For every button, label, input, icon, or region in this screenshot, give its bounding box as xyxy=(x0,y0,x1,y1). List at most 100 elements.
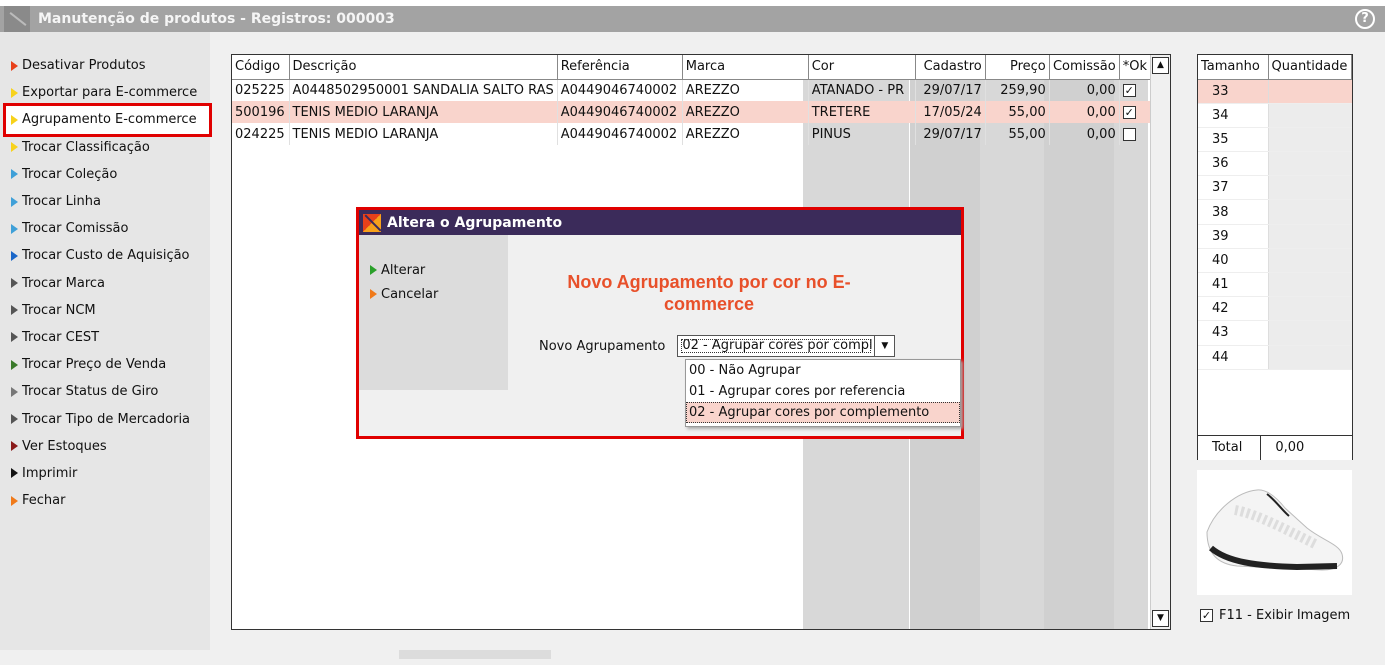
size-row[interactable]: 38 xyxy=(1198,199,1352,225)
column-shade xyxy=(980,80,1044,629)
product-image xyxy=(1197,470,1352,595)
cell-cadastro: 29/07/17 xyxy=(915,123,986,145)
menu-item[interactable]: Trocar Linha xyxy=(8,188,209,215)
cell-cor: TRETERE xyxy=(808,101,916,123)
size-row[interactable]: 40 xyxy=(1198,248,1352,274)
menu-item[interactable]: Trocar Custo de Aquisição xyxy=(8,242,209,269)
table-row[interactable]: 025225 A0448502950001 SANDALIA SALTO RAS A… xyxy=(232,79,1156,101)
table-row[interactable]: 500196 TENIS MEDIO LARANJA A0449046740002 A… xyxy=(232,101,1156,123)
menu-item[interactable]: Imprimir xyxy=(8,460,209,487)
size-row[interactable]: 39 xyxy=(1198,224,1352,249)
dropdown-option[interactable]: 00 - Não Agrupar xyxy=(686,360,960,381)
size-row[interactable]: 44 xyxy=(1198,345,1352,370)
arrow-icon xyxy=(370,289,377,299)
size-row[interactable]: 33 xyxy=(1198,79,1352,104)
grouping-select[interactable]: 02 - Agrupar cores por compl ▼ xyxy=(677,335,896,357)
size-row[interactable]: 35 xyxy=(1198,127,1352,153)
arrow-icon xyxy=(11,305,18,316)
quantity-cell[interactable] xyxy=(1267,272,1352,298)
grid-vertical-scrollbar[interactable]: ▲ ▼ xyxy=(1150,55,1170,629)
menu-item[interactable]: Agrupamento E-commerce xyxy=(3,103,212,137)
column-header[interactable]: Preço xyxy=(985,55,1050,80)
menu-item[interactable]: Trocar Coleção xyxy=(8,161,209,188)
quantity-cell[interactable] xyxy=(1267,224,1352,249)
dialog-titlebar: Altera o Agrupamento xyxy=(359,210,961,235)
show-image-checkbox[interactable]: ✓ xyxy=(1200,609,1213,622)
help-icon[interactable]: ? xyxy=(1355,9,1375,29)
column-header[interactable]: Cadastro xyxy=(915,55,986,80)
quantity-cell[interactable] xyxy=(1267,199,1352,225)
cell-cadastro: 17/05/24 xyxy=(915,101,986,123)
column-header[interactable]: Marca xyxy=(682,55,809,80)
quantity-cell[interactable] xyxy=(1267,320,1352,346)
size-row[interactable]: 43 xyxy=(1198,320,1352,346)
menu-item[interactable]: Trocar Comissão xyxy=(8,215,209,242)
menu-item[interactable]: Fechar xyxy=(8,487,209,514)
arrow-icon xyxy=(11,87,18,98)
size-row[interactable]: 37 xyxy=(1198,175,1352,201)
arrow-icon xyxy=(11,468,18,479)
dialog-title: Altera o Agrupamento xyxy=(387,214,563,231)
show-image-label: F11 - Exibir Imagem xyxy=(1219,608,1351,623)
grouping-label: Novo Agrupamento xyxy=(539,338,666,354)
menu-item[interactable]: Trocar NCM xyxy=(8,297,209,324)
column-header[interactable]: Referência xyxy=(557,55,683,80)
arrow-icon xyxy=(11,495,18,506)
cell-cor: ATANADO - PR xyxy=(808,79,916,101)
size-row[interactable]: 34 xyxy=(1198,103,1352,128)
size-row[interactable]: 36 xyxy=(1198,151,1352,177)
menu-item[interactable]: Trocar Preço de Venda xyxy=(8,351,209,378)
menu-item[interactable]: Trocar Classificação xyxy=(8,134,209,161)
quantity-cell[interactable] xyxy=(1267,345,1352,370)
dialog-actions: Alterar Cancelar xyxy=(367,258,438,306)
arrow-icon xyxy=(11,196,18,207)
quantity-cell[interactable] xyxy=(1267,151,1352,177)
scroll-up-button[interactable]: ▲ xyxy=(1152,57,1169,74)
dialog-action-label: Alterar xyxy=(381,262,426,278)
dropdown-option[interactable]: 01 - Agrupar cores por referencia xyxy=(686,381,960,402)
show-image-toggle[interactable]: ✓ F11 - Exibir Imagem xyxy=(1200,608,1350,623)
column-header[interactable]: Cor xyxy=(808,55,916,80)
arrow-icon xyxy=(11,223,18,234)
cell-descricao: TENIS MEDIO LARANJA xyxy=(289,123,558,145)
menu-item[interactable]: Desativar Produtos xyxy=(8,52,209,79)
menu-item[interactable]: Trocar Marca xyxy=(8,270,209,297)
column-header[interactable]: Código xyxy=(232,55,290,80)
size-header: Tamanho xyxy=(1198,55,1269,80)
menu-item[interactable]: Trocar Tipo de Mercadoria xyxy=(8,405,209,432)
quantity-cell[interactable] xyxy=(1267,79,1352,104)
menu-item[interactable]: Trocar Status de Giro xyxy=(8,378,209,405)
arrow-icon xyxy=(11,386,18,397)
horizontal-scrollbar-thumb[interactable] xyxy=(399,650,551,659)
cancelar-button[interactable]: Cancelar xyxy=(367,282,438,306)
column-shade xyxy=(1044,80,1114,629)
arrow-icon xyxy=(11,414,18,425)
scroll-down-button[interactable]: ▼ xyxy=(1152,610,1169,627)
chevron-down-icon[interactable]: ▼ xyxy=(874,336,894,356)
cell-marca: AREZZO xyxy=(682,79,809,101)
menu-item[interactable]: Exportar para E-commerce xyxy=(8,79,209,106)
quantity-cell[interactable] xyxy=(1267,175,1352,201)
cell-marca: AREZZO xyxy=(682,101,809,123)
menu-item-label: Trocar Classificação xyxy=(22,139,150,155)
sizes-total-row: Total 0,00 xyxy=(1198,435,1352,460)
size-row[interactable]: 42 xyxy=(1198,296,1352,322)
column-header[interactable]: Comissão xyxy=(1049,55,1120,80)
size-row[interactable]: 41 xyxy=(1198,272,1352,298)
quantity-cell[interactable] xyxy=(1267,103,1352,128)
quantity-cell[interactable] xyxy=(1267,127,1352,153)
cell-descricao: TENIS MEDIO LARANJA xyxy=(289,101,558,123)
menu-item-label: Trocar Preço de Venda xyxy=(22,357,167,373)
ok-checkbox[interactable]: ✓ xyxy=(1122,105,1136,119)
ok-checkbox[interactable] xyxy=(1122,127,1136,141)
alterar-button[interactable]: Alterar xyxy=(367,258,438,282)
table-row[interactable]: 024225 TENIS MEDIO LARANJA A0449046740002 A… xyxy=(232,123,1156,145)
menu-item[interactable]: Trocar CEST xyxy=(8,324,209,351)
column-header[interactable]: Descrição xyxy=(289,55,558,80)
menu-item[interactable]: Ver Estoques xyxy=(8,433,209,460)
quantity-cell[interactable] xyxy=(1267,248,1352,274)
size-value: 41 xyxy=(1198,272,1268,298)
quantity-cell[interactable] xyxy=(1267,296,1352,322)
ok-checkbox[interactable]: ✓ xyxy=(1122,83,1136,97)
dropdown-option[interactable]: 02 - Agrupar cores por complemento xyxy=(686,402,960,423)
